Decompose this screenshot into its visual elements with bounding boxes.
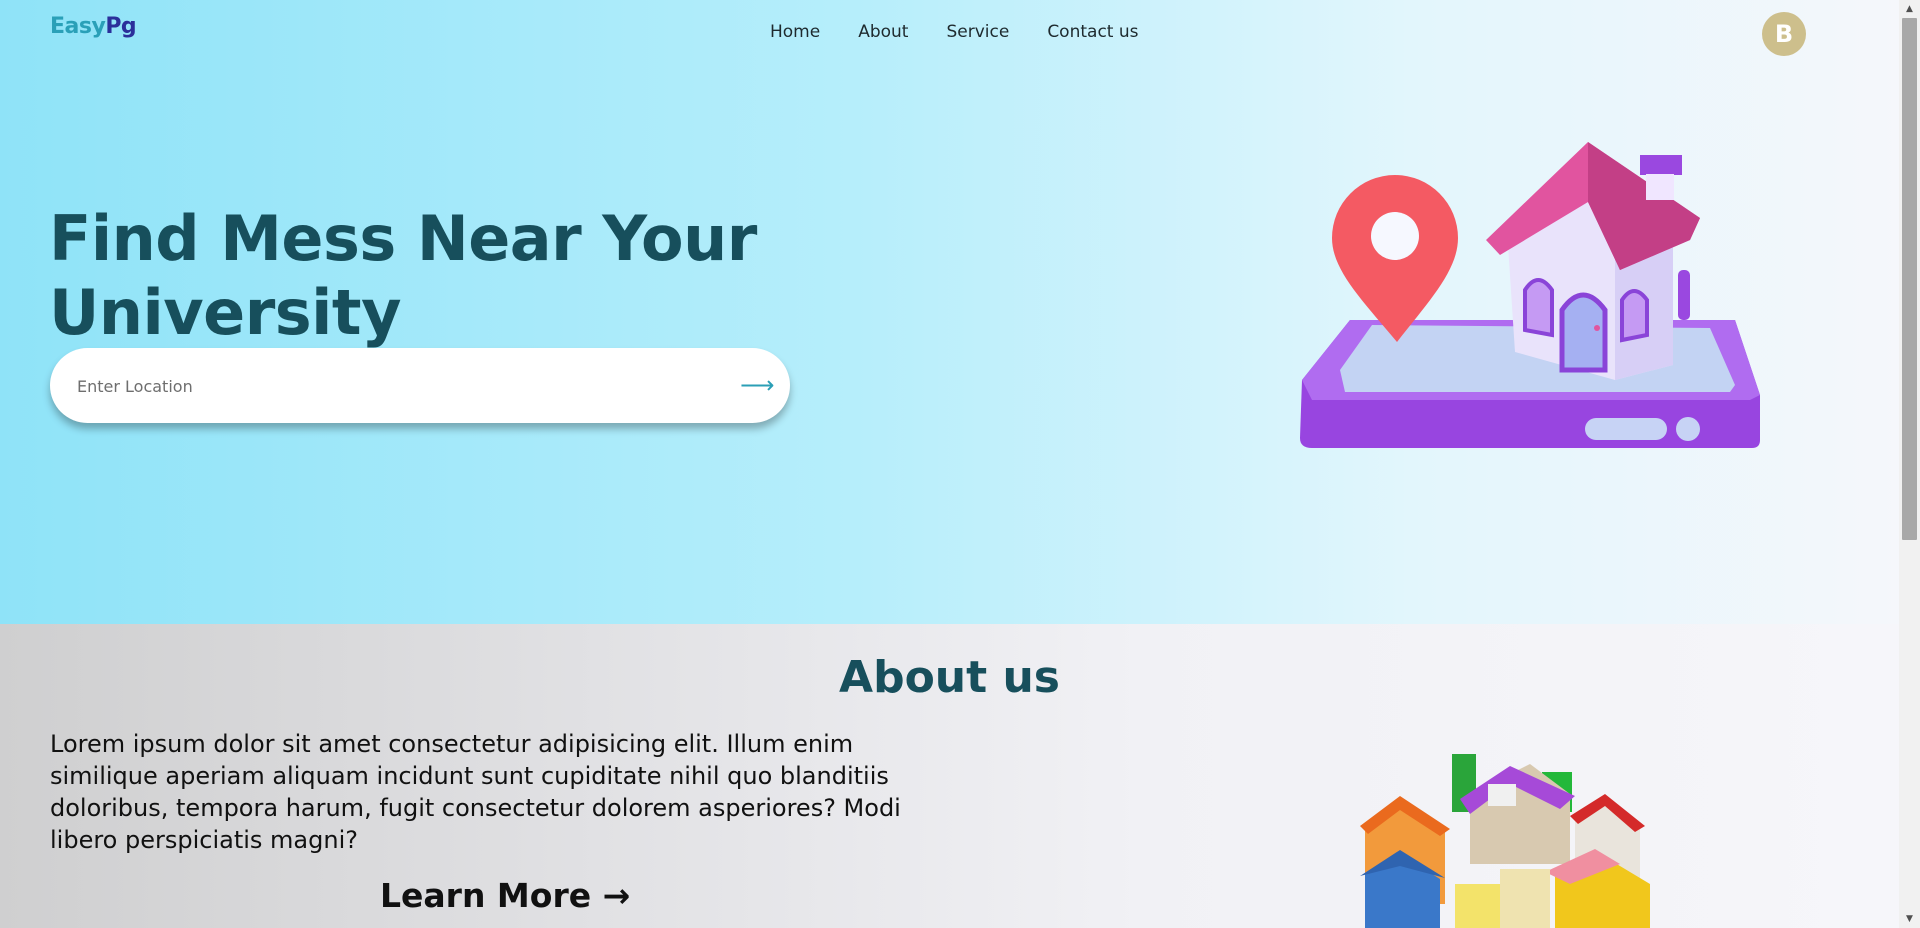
door-knob	[1594, 325, 1600, 331]
house-door	[1559, 292, 1608, 373]
nav-contact[interactable]: Contact us	[1047, 22, 1138, 42]
house-window-left	[1523, 278, 1554, 338]
scroll-up-arrow-icon[interactable]: ▲	[1903, 2, 1916, 16]
about-text: Lorem ipsum dolor sit amet consectetur a…	[50, 730, 901, 854]
phone-button-round	[1676, 417, 1700, 441]
about-title: About us	[839, 652, 1060, 703]
hero-title-line-2: University	[49, 276, 401, 349]
location-search-input[interactable]	[77, 368, 697, 404]
about-section: About us Lorem ipsum dolor sit amet cons…	[0, 624, 1899, 928]
logo-part-pg: Pg	[105, 14, 137, 39]
location-pin-hole	[1371, 212, 1419, 260]
scrollbar[interactable]: ▲ ▼	[1899, 0, 1920, 928]
chimney	[1646, 174, 1674, 200]
phone-button-long	[1585, 418, 1667, 440]
houses-cluster-illustration	[1360, 754, 1650, 928]
nav-home[interactable]: Home	[770, 22, 820, 42]
hero-title: Find Mess Near Your University	[49, 202, 809, 350]
arrow-right-icon[interactable]: ⟶	[740, 371, 780, 399]
chimney-top	[1640, 155, 1682, 175]
nav-service[interactable]: Service	[946, 22, 1009, 42]
scroll-down-arrow-icon[interactable]: ▼	[1903, 912, 1916, 926]
logo[interactable]: EasyPg	[50, 14, 137, 39]
learn-more-link[interactable]: Learn More →	[380, 876, 630, 915]
user-avatar[interactable]: B	[1762, 12, 1806, 56]
house-window-side	[1678, 270, 1690, 320]
logo-part-easy: Easy	[50, 14, 106, 39]
house-location-illustration	[1300, 142, 1760, 448]
house-window-right	[1620, 289, 1649, 343]
window-white	[1488, 784, 1516, 806]
main-nav: Home About Service Contact us	[770, 22, 1139, 42]
hero-title-line-1: Find Mess Near Your	[49, 202, 757, 275]
hero-section: EasyPg Home About Service Contact us B F…	[0, 0, 1899, 624]
page: EasyPg Home About Service Contact us B F…	[0, 0, 1920, 928]
location-search-bar: ⟶	[50, 348, 790, 423]
nav-about[interactable]: About	[858, 22, 908, 42]
scrollbar-thumb[interactable]	[1902, 18, 1917, 540]
house-block-cream	[1500, 869, 1550, 928]
house-block-yellow	[1455, 884, 1505, 928]
